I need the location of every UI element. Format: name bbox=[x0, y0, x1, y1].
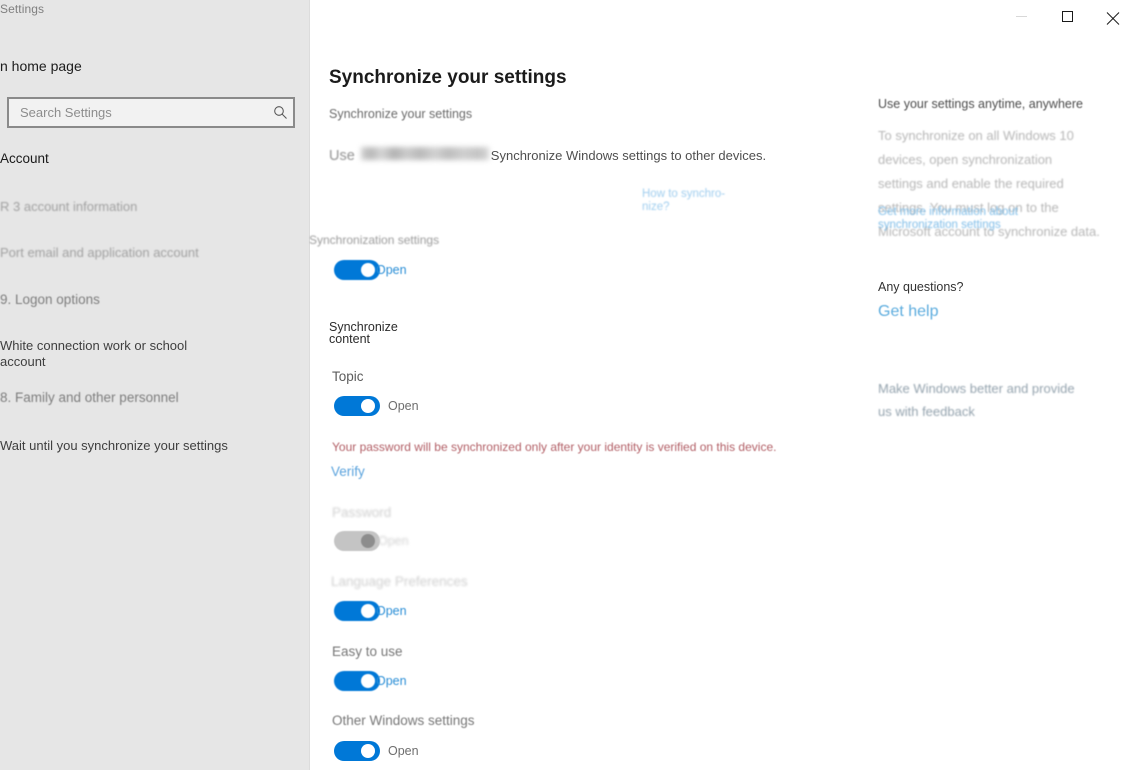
minimize-icon bbox=[1015, 15, 1027, 17]
search-icon bbox=[267, 100, 293, 126]
use-label: Use bbox=[329, 148, 355, 164]
password-toggle-row: Open bbox=[334, 531, 409, 551]
minimize-button[interactable] bbox=[998, 0, 1044, 32]
toggle-knob bbox=[361, 744, 375, 758]
password-toggle bbox=[334, 531, 380, 551]
sidebar-item-email-and-application-account[interactable]: Port email and application account bbox=[0, 245, 300, 261]
password-sync-warning: Your password will be synchronized only … bbox=[332, 440, 777, 454]
page-title: Synchronize your settings bbox=[329, 66, 567, 88]
sidebar-item-account-information[interactable]: R 3 account information bbox=[0, 199, 300, 215]
sidebar-item-synchronize-your-settings[interactable]: Wait until you synchronize your settings bbox=[0, 438, 300, 454]
search-box[interactable] bbox=[7, 97, 295, 128]
maximize-icon bbox=[1061, 10, 1073, 22]
easy-to-use-toggle[interactable] bbox=[334, 671, 380, 691]
sidebar-item-family-and-other-personnel[interactable]: 8. Family and other personnel bbox=[0, 390, 300, 406]
synchronize-content-label: Synchronize content bbox=[329, 320, 398, 346]
sidebar-home-link[interactable]: n home page bbox=[0, 58, 82, 74]
topic-toggle-row[interactable]: Open bbox=[334, 396, 419, 416]
account-sync-row: Use Synchronize Windows settings to othe… bbox=[329, 147, 766, 164]
master-sync-toggle-label: Open bbox=[376, 263, 407, 277]
right-pane-heading: Use your settings anytime, anywhere bbox=[878, 97, 1083, 111]
setting-label-language-preferences: Language Preferences bbox=[331, 574, 468, 589]
window-controls bbox=[998, 0, 1136, 32]
any-questions-heading: Any questions? bbox=[878, 280, 964, 294]
toggle-knob bbox=[361, 534, 375, 548]
setting-label-password: Password bbox=[332, 505, 392, 520]
synchronization-settings-label: Synchronization settings bbox=[309, 233, 440, 247]
topic-toggle[interactable] bbox=[334, 396, 380, 416]
setting-label-other-windows-settings: Other Windows settings bbox=[332, 713, 475, 728]
language-preferences-toggle-row[interactable]: Open bbox=[334, 601, 407, 621]
sidebar-item-logon-options[interactable]: 9. Logon options bbox=[0, 292, 300, 308]
setting-label-easy-to-use: Easy to use bbox=[332, 644, 403, 659]
other-windows-settings-toggle-row[interactable]: Open bbox=[334, 741, 419, 761]
toggle-knob bbox=[361, 604, 375, 618]
toggle-knob bbox=[361, 674, 375, 688]
related-settings-pane: Use your settings anytime, anywhere To s… bbox=[860, 0, 1136, 770]
language-preferences-toggle-label: Open bbox=[376, 604, 407, 618]
close-icon bbox=[1107, 10, 1120, 23]
master-sync-toggle-row[interactable]: Open bbox=[334, 260, 407, 280]
easy-to-use-toggle-label: Open bbox=[376, 674, 407, 688]
setting-label-topic: Topic bbox=[332, 369, 364, 384]
how-to-synchronize-link[interactable]: How to synchro-nize? bbox=[642, 188, 730, 214]
sidebar-item-work-or-school-account[interactable]: White connection work or school account bbox=[0, 338, 220, 370]
other-windows-settings-toggle[interactable] bbox=[334, 741, 380, 761]
close-button[interactable] bbox=[1090, 0, 1136, 32]
app-title: Settings bbox=[0, 2, 45, 16]
other-windows-settings-toggle-label: Open bbox=[388, 744, 419, 758]
section-subheading: Synchronize your settings bbox=[329, 107, 473, 121]
search-input[interactable] bbox=[9, 105, 267, 120]
verify-link[interactable]: Verify bbox=[331, 464, 365, 479]
topic-toggle-label: Open bbox=[388, 399, 419, 413]
feedback-link[interactable]: Make Windows better and provide us with … bbox=[878, 377, 1078, 423]
toggle-knob bbox=[361, 399, 375, 413]
sync-devices-description: Synchronize Windows settings to other de… bbox=[490, 148, 767, 163]
maximize-button[interactable] bbox=[1044, 0, 1090, 32]
get-help-link[interactable]: Get help bbox=[878, 303, 938, 321]
sidebar: Settings n home page Account R 3 account… bbox=[0, 0, 310, 770]
easy-to-use-toggle-row[interactable]: Open bbox=[334, 671, 407, 691]
redacted-account-email bbox=[360, 147, 489, 160]
more-information-link[interactable]: Get more information about synchronizati… bbox=[878, 206, 1100, 232]
password-toggle-label: Open bbox=[378, 534, 409, 548]
language-preferences-toggle[interactable] bbox=[334, 601, 380, 621]
master-sync-toggle[interactable] bbox=[334, 260, 380, 280]
sidebar-section-account: Account bbox=[0, 151, 49, 166]
toggle-knob bbox=[361, 263, 375, 277]
